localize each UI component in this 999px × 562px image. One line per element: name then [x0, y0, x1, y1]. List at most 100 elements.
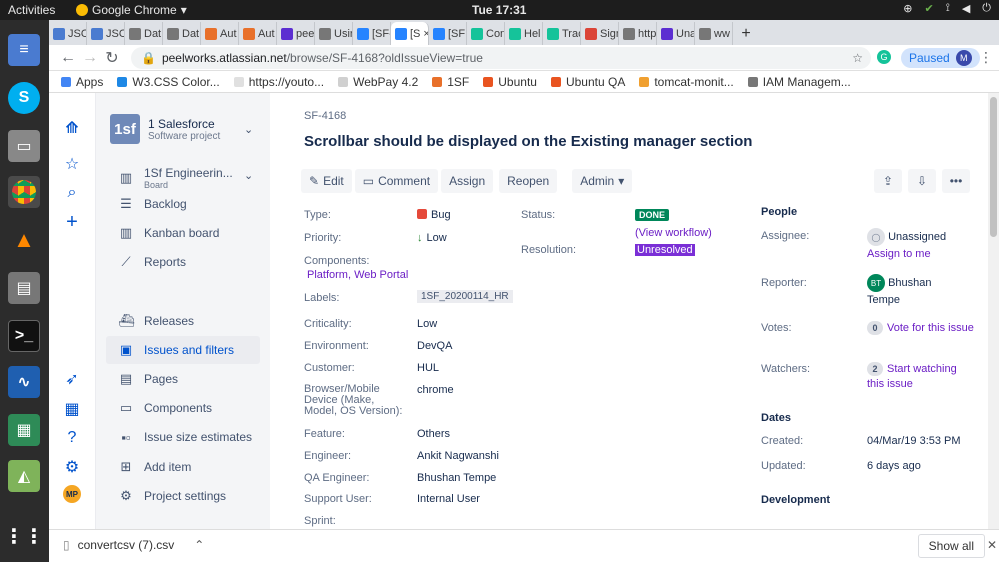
close-icon[interactable]: ✕	[987, 538, 997, 552]
search-icon[interactable]: ⌕	[61, 182, 83, 204]
page-scrollbar[interactable]	[988, 93, 999, 529]
view-workflow-link[interactable]: (View workflow)	[635, 227, 712, 239]
reopen-button[interactable]: Reopen	[499, 169, 558, 193]
power-icon[interactable]: ⏻	[982, 2, 991, 15]
star-icon[interactable]: ☆	[61, 153, 83, 175]
sidebar-item-issues-and-filters[interactable]: ▣ Issues and filters	[106, 336, 260, 364]
clock[interactable]: Tue 17:31	[472, 3, 526, 17]
user-avatar[interactable]: MP	[63, 485, 81, 503]
bookmark-1[interactable]: W3.CSS Color...	[117, 75, 220, 89]
network-icon[interactable]: ⟟	[946, 2, 950, 15]
app-switcher-icon[interactable]: ▦	[61, 398, 83, 420]
tab-8[interactable]: [SF-	[353, 22, 391, 45]
tab-5[interactable]: Aut	[239, 22, 277, 45]
back-icon[interactable]: ←	[57, 49, 79, 67]
tab-4[interactable]: Aut	[201, 22, 239, 45]
skype-icon[interactable]: S	[8, 82, 40, 114]
scanner-icon[interactable]: ▭	[8, 130, 40, 162]
tab-11[interactable]: Con	[467, 22, 505, 45]
bookmark-8[interactable]: IAM Managem...	[747, 75, 851, 89]
sidebar-item-add-item[interactable]: ⊞ Add item	[106, 453, 260, 481]
new-tab-button[interactable]: +	[733, 22, 759, 45]
chevron-down-icon[interactable]: ⌄	[244, 123, 253, 136]
forward-icon[interactable]: →	[79, 49, 101, 67]
sidebar-item-backlog[interactable]: ☰ Backlog	[106, 190, 260, 218]
tab-1[interactable]: JSO	[87, 22, 125, 45]
sidebar-item-releases[interactable]: ⛴ Releases	[106, 307, 260, 335]
tab-3[interactable]: Dat	[163, 22, 201, 45]
chrome-dock-icon[interactable]	[8, 176, 40, 208]
bookmark-0[interactable]: Apps	[61, 75, 103, 89]
bookmark-3[interactable]: WebPay 4.2	[338, 75, 418, 89]
scrollbar-thumb[interactable]	[990, 97, 997, 237]
share-icon[interactable]: ⇪	[874, 169, 902, 193]
calc-icon[interactable]: ▦	[8, 414, 40, 446]
tab-12[interactable]: Hel	[505, 22, 543, 45]
sidebar-item-components[interactable]: ▭ Components	[106, 394, 260, 422]
system-tray[interactable]: ⊕ ✔ ⟟ ◀ ⏻	[903, 2, 991, 15]
sidebar-item-issue-size-estimates[interactable]: ▪▫ Issue size estimates	[106, 423, 260, 451]
watching-link-continued[interactable]: this issue	[867, 378, 913, 390]
bookmark-2[interactable]: https://youto...	[233, 75, 324, 89]
monitor-icon[interactable]: ∿	[8, 366, 40, 398]
assign-button[interactable]: Assign	[441, 169, 494, 193]
vote-link[interactable]: Vote for this issue	[887, 322, 974, 334]
show-all-button[interactable]: Show all	[917, 534, 985, 558]
image-viewer-icon[interactable]: ◭	[8, 460, 40, 492]
comment-button[interactable]: ▭ Comment	[354, 169, 439, 193]
rocket-icon[interactable]: ➶	[61, 368, 83, 390]
edit-button[interactable]: ✎ Edit	[301, 169, 352, 193]
project-switcher[interactable]: 1sf 1 Salesforce Software project	[110, 114, 220, 144]
components-value[interactable]: Platform, Web Portal	[307, 269, 408, 281]
tab-7[interactable]: Usir	[315, 22, 353, 45]
chevron-down-icon[interactable]: ⌄	[244, 169, 253, 182]
tab-17[interactable]: ww	[695, 22, 733, 45]
url-field[interactable]: 🔒 peelworks.atlassian.net/browse/SF-4168…	[131, 47, 871, 69]
bookmark-7[interactable]: tomcat-monit...	[639, 75, 734, 89]
sidebar-item-kanban-board[interactable]: ▥ Kanban board	[106, 219, 260, 247]
bookmark-5[interactable]: Ubuntu	[483, 75, 537, 89]
tab-14[interactable]: Sign	[581, 22, 619, 45]
export-icon[interactable]: ⇩	[908, 169, 936, 193]
accessibility-icon[interactable]: ⊕	[903, 2, 912, 15]
assign-to-me-link[interactable]: Assign to me	[867, 248, 931, 260]
tab-2[interactable]: Dat	[125, 22, 163, 45]
update-icon[interactable]: ✔	[925, 2, 934, 15]
vlc-icon[interactable]: ▲	[8, 224, 40, 256]
create-plus-icon[interactable]: +	[61, 211, 83, 233]
sidebar-item-reports[interactable]: ⟋ Reports	[106, 248, 260, 276]
bookmark-star-icon[interactable]: ☆	[852, 51, 863, 65]
files-icon[interactable]: ▤	[8, 272, 40, 304]
tab-9[interactable]: [S×	[391, 22, 429, 45]
bookmark-6[interactable]: Ubuntu QA	[550, 75, 625, 89]
jira-logo-icon[interactable]: ⟰	[61, 117, 83, 139]
tab-13[interactable]: Trac	[543, 22, 581, 45]
tab-0[interactable]: JSO	[49, 22, 87, 45]
more-icon[interactable]: •••	[942, 169, 970, 193]
tab-15[interactable]: http	[619, 22, 657, 45]
gear-icon[interactable]: ⚙	[61, 456, 83, 478]
download-item[interactable]: ▯ convertcsv (7).csv ⌃	[63, 538, 204, 552]
volume-icon[interactable]: ◀	[962, 2, 970, 15]
issue-key[interactable]: SF-4168	[304, 110, 346, 122]
grammarly-icon[interactable]: G	[877, 50, 891, 64]
admin-dropdown[interactable]: Admin ▾	[572, 169, 633, 193]
reload-icon[interactable]: ↻	[101, 48, 123, 68]
sidebar-item-project-settings[interactable]: ⚙ Project settings	[106, 482, 260, 510]
label-chip[interactable]: 1SF_20200114_HR	[417, 290, 513, 303]
tab-10[interactable]: [SF	[429, 22, 467, 45]
show-apps-icon[interactable]: ⋮⋮	[4, 520, 44, 552]
profile-paused-button[interactable]: Paused M	[901, 48, 980, 68]
activities-button[interactable]: Activities	[8, 3, 55, 17]
chevron-up-icon[interactable]: ⌃	[194, 538, 204, 552]
terminal-icon[interactable]: >_	[8, 320, 40, 352]
app-menu[interactable]: Google Chrome ▾	[76, 3, 187, 17]
bookmark-4[interactable]: 1SF	[432, 75, 469, 89]
writer-icon[interactable]: ≡	[8, 34, 40, 66]
menu-kebab-icon[interactable]: ⋮	[979, 49, 993, 66]
help-icon[interactable]: ?	[61, 427, 83, 449]
sidebar-item-pages[interactable]: ▤ Pages	[106, 365, 260, 393]
tab-6[interactable]: pee	[277, 22, 315, 45]
tab-16[interactable]: Una	[657, 22, 695, 45]
start-watching-link[interactable]: Start watching	[887, 363, 957, 375]
